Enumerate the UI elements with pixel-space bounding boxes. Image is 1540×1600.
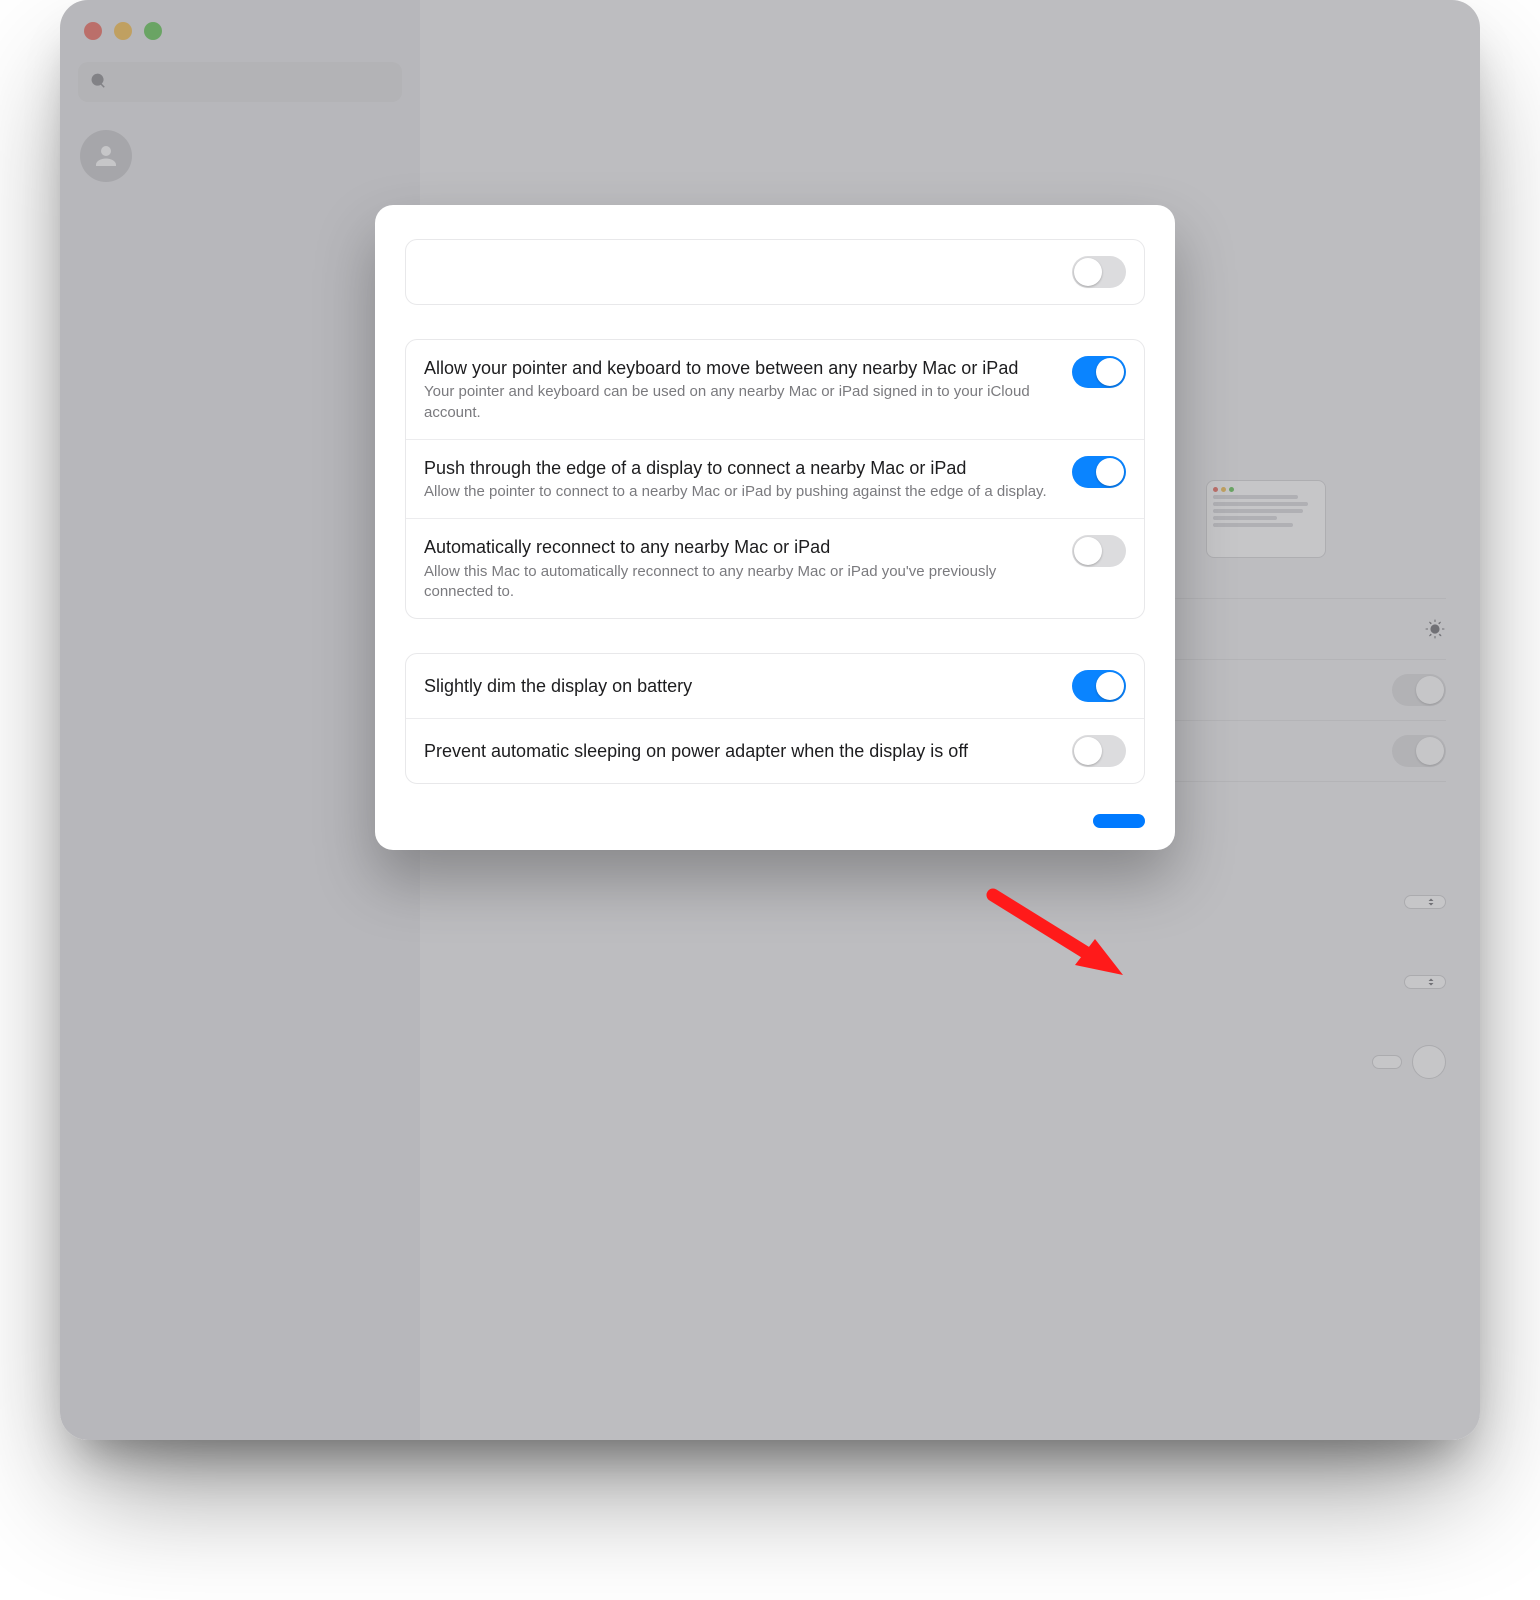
battery-toggle-1[interactable] xyxy=(1072,735,1126,767)
row-title: Push through the edge of a display to co… xyxy=(424,456,1056,480)
done-button[interactable] xyxy=(1093,814,1145,828)
row-title: Allow your pointer and keyboard to move … xyxy=(424,356,1056,380)
row-description: Allow this Mac to automatically reconnec… xyxy=(424,562,1056,603)
battery-row-0: Slightly dim the display on battery xyxy=(406,654,1144,718)
advanced-settings-modal: Allow your pointer and keyboard to move … xyxy=(375,205,1175,850)
link-toggle-0[interactable] xyxy=(1072,356,1126,388)
show-resolutions-as-list-toggle[interactable] xyxy=(1072,256,1126,288)
system-settings-window: Allow your pointer and keyboard to move … xyxy=(60,0,1480,1440)
link-row-1: Push through the edge of a display to co… xyxy=(406,439,1144,519)
row-description: Allow the pointer to connect to a nearby… xyxy=(424,482,1056,502)
battery-toggle-0[interactable] xyxy=(1072,670,1126,702)
link-toggle-2[interactable] xyxy=(1072,535,1126,567)
row-title: Slightly dim the display on battery xyxy=(424,674,1056,698)
row-description: Your pointer and keyboard can be used on… xyxy=(424,382,1056,423)
link-toggle-1[interactable] xyxy=(1072,456,1126,488)
row-title: Prevent automatic sleeping on power adap… xyxy=(424,739,1056,763)
row-title: Automatically reconnect to any nearby Ma… xyxy=(424,535,1056,559)
link-row-2: Automatically reconnect to any nearby Ma… xyxy=(406,518,1144,618)
battery-row-1: Prevent automatic sleeping on power adap… xyxy=(406,718,1144,783)
show-resolutions-as-list-row xyxy=(406,240,1144,304)
link-row-0: Allow your pointer and keyboard to move … xyxy=(406,340,1144,439)
